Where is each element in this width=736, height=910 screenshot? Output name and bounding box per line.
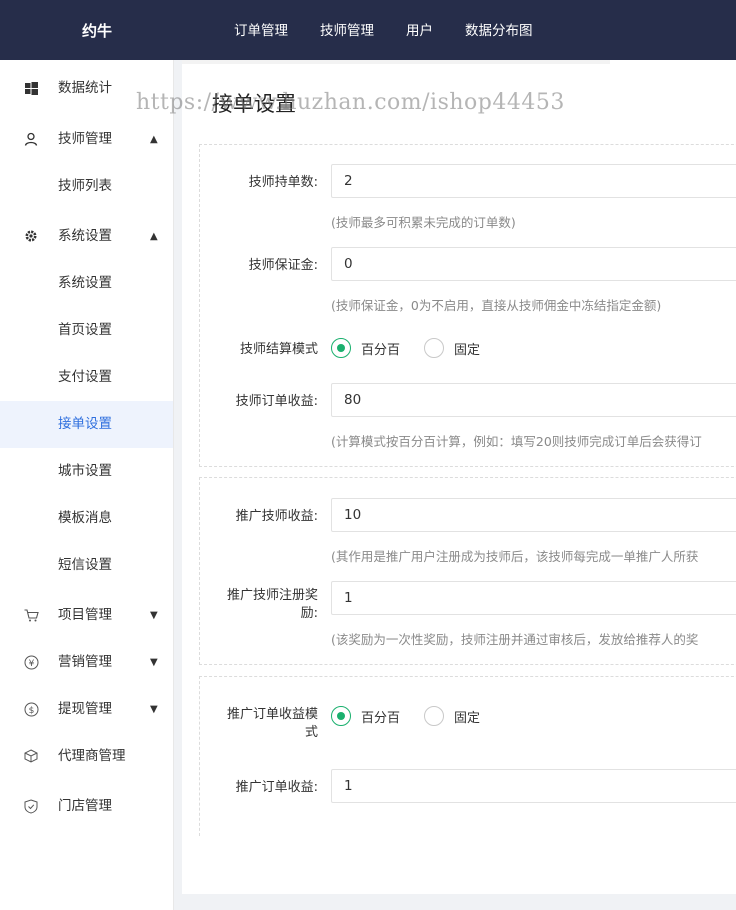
promo-income-label: 推广技师收益: [235, 509, 318, 524]
label-line: 式 [304, 725, 318, 740]
chevron-up-icon: ▲ [150, 134, 158, 145]
brand-text: 约牛 [81, 22, 112, 40]
promo-order-mode-label: 推广订单收益模 式 [200, 706, 318, 742]
sidebar-item-label: 项目管理 [58, 607, 112, 623]
windows-icon [23, 60, 39, 116]
sidebar-item-system-settings-sub[interactable]: 系统设置 [0, 260, 173, 307]
label-line: 推广技师注册奖 [226, 588, 318, 603]
sidebar-item-order-settings[interactable]: 接单设置 [0, 401, 173, 448]
sidebar-item-system-settings[interactable]: 系统设置 ▲ [0, 213, 173, 260]
svg-text:$: $ [28, 706, 34, 716]
top-nav: 订单管理 技师管理 用户 数据分布图 [218, 0, 549, 60]
sidebar-item-label: 提现管理 [58, 701, 112, 717]
radio-unchecked-icon [424, 706, 445, 726]
cube-icon [23, 733, 39, 780]
sidebar-item-template-messages[interactable]: 模板消息 [0, 495, 173, 542]
sidebar-item-label: 技师管理 [58, 131, 112, 147]
sidebar-item-label: 首页设置 [58, 322, 112, 338]
sidebar-item-label: 接单设置 [58, 416, 112, 432]
settle-mode-fixed-radio[interactable]: 固定 [424, 338, 480, 358]
deposit-input[interactable]: 0 [331, 247, 736, 281]
svg-text:¥: ¥ [28, 659, 34, 669]
sidebar-item-payment-settings[interactable]: 支付设置 [0, 354, 173, 401]
sidebar-item-label: 模板消息 [58, 510, 112, 526]
radio-label: 百分百 [361, 710, 401, 726]
radio-label: 固定 [454, 710, 481, 726]
promo-order-income-label: 推广订单收益: [235, 780, 318, 795]
promo-order-mode-fixed-radio[interactable]: 固定 [424, 706, 480, 726]
sidebar-item-label: 系统设置 [58, 275, 112, 291]
promo-order-mode-radio-group: 百分百 固定 [331, 706, 504, 726]
order-income-label: 技师订单收益: [235, 394, 318, 409]
register-reward-input[interactable]: 1 [331, 581, 736, 615]
nav-orders[interactable]: 订单管理 [218, 0, 304, 60]
brand-logo[interactable]: 约牛 [0, 0, 196, 60]
sidebar-item-label: 短信设置 [58, 557, 112, 573]
top-navbar: 约牛 订单管理 技师管理 用户 数据分布图 [0, 0, 736, 60]
nav-technicians[interactable]: 技师管理 [304, 0, 390, 60]
chevron-down-icon: ▼ [150, 610, 158, 621]
sidebar-item-technician-mgmt[interactable]: 技师管理 ▲ [0, 116, 173, 163]
tab-strip [182, 60, 610, 64]
promotion-order-section: 推广订单收益模 式 百分百 固定 推广订单收益: 1 [199, 676, 736, 836]
gear-icon [23, 213, 39, 260]
sidebar: 数据统计 技师管理 ▲ 技师列表 系统设置 ▲ 系统设置 首页设置 支付设置 接… [0, 60, 174, 910]
radio-label: 固定 [454, 342, 481, 358]
sidebar-item-city-settings[interactable]: 城市设置 [0, 448, 173, 495]
promo-income-hint: (其作用是推广用户注册成为技师后，该技师每完成一单推广人所获 [331, 549, 699, 564]
promo-income-input[interactable]: 10 [331, 498, 736, 532]
nav-users[interactable]: 用户 [390, 0, 449, 60]
promotion-section: 推广技师收益: 10 (其作用是推广用户注册成为技师后，该技师每完成一单推广人所… [199, 477, 736, 665]
radio-label: 百分百 [361, 342, 401, 358]
register-reward-label: 推广技师注册奖 励: [200, 587, 318, 623]
sidebar-item-label: 系统设置 [58, 228, 112, 244]
main-content: 接单设置 技师持单数: 2 (技师最多可积累未完成的订单数) 技师保证金: 0 … [182, 60, 736, 894]
chevron-down-icon: ▼ [150, 704, 158, 715]
sidebar-item-marketing-mgmt[interactable]: ¥ 营销管理 ▼ [0, 639, 173, 686]
sidebar-item-label: 支付设置 [58, 369, 112, 385]
deposit-hint: (技师保证金，0为不启用，直接从技师佣金中冻结指定金额) [331, 298, 662, 313]
technician-settings-section: 技师持单数: 2 (技师最多可积累未完成的订单数) 技师保证金: 0 (技师保证… [199, 144, 736, 467]
sidebar-item-sms-settings[interactable]: 短信设置 [0, 542, 173, 589]
promo-order-income-input[interactable]: 1 [331, 769, 736, 803]
deposit-label: 技师保证金: [248, 258, 318, 273]
sidebar-item-label: 代理商管理 [58, 748, 126, 764]
sidebar-item-label: 技师列表 [58, 178, 112, 194]
sidebar-item-homepage-settings[interactable]: 首页设置 [0, 307, 173, 354]
sidebar-item-technician-list[interactable]: 技师列表 [0, 163, 173, 210]
nav-data-map[interactable]: 数据分布图 [449, 0, 549, 60]
watermark-text: https://www.huzhan.com/ishop44453 [136, 90, 565, 115]
max-orders-hint: (技师最多可积累未完成的订单数) [331, 215, 516, 230]
max-orders-label: 技师持单数: [248, 175, 318, 190]
radio-checked-icon [331, 706, 351, 726]
sidebar-item-project-mgmt[interactable]: 项目管理 ▼ [0, 592, 173, 639]
settle-mode-label: 技师结算模式 [239, 342, 318, 357]
sidebar-item-withdraw-mgmt[interactable]: $ 提现管理 ▼ [0, 686, 173, 733]
sidebar-item-label: 数据统计 [58, 80, 112, 96]
order-income-hint: (计算模式按百分百计算，例如：填写20则技师完成订单后会获得订 [331, 434, 702, 449]
max-orders-input[interactable]: 2 [331, 164, 736, 198]
chevron-up-icon: ▲ [150, 231, 158, 242]
sidebar-item-label: 门店管理 [58, 798, 112, 814]
cart-icon [23, 592, 39, 639]
settle-mode-percent-radio[interactable]: 百分百 [331, 338, 400, 358]
label-line: 励: [300, 606, 318, 621]
order-income-input[interactable]: 80 [331, 383, 736, 417]
settle-mode-radio-group: 百分百 固定 [331, 338, 504, 358]
sidebar-item-agent-mgmt[interactable]: 代理商管理 [0, 733, 173, 780]
sidebar-item-label: 城市设置 [58, 463, 112, 479]
radio-unchecked-icon [424, 338, 445, 358]
label-line: 推广订单收益模 [226, 707, 318, 722]
radio-checked-icon [331, 338, 351, 358]
dollar-icon: $ [23, 686, 39, 733]
yen-icon: ¥ [23, 639, 39, 686]
register-reward-hint: (该奖励为一次性奖励，技师注册并通过审核后，发放给推荐人的奖 [331, 632, 699, 647]
promo-order-mode-percent-radio[interactable]: 百分百 [331, 706, 400, 726]
sidebar-item-store-mgmt[interactable]: 门店管理 [0, 783, 173, 830]
user-icon [23, 116, 39, 163]
shield-icon [23, 783, 39, 830]
sidebar-item-label: 营销管理 [58, 654, 112, 670]
chevron-down-icon: ▼ [150, 657, 158, 668]
